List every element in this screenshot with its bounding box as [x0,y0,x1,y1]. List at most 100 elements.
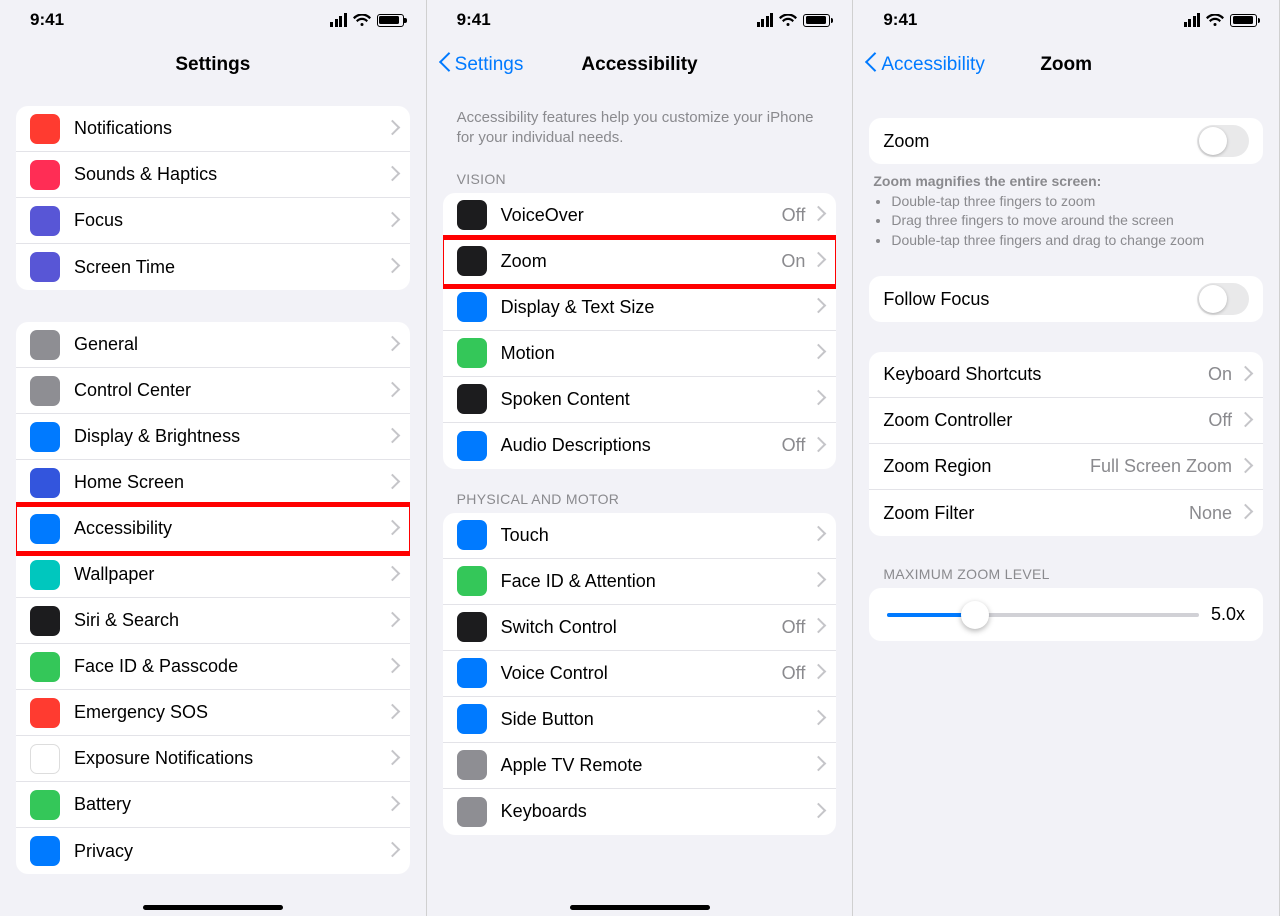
chevron-right-icon [1240,506,1249,520]
status-bar: 9:41 [427,0,853,40]
row-focus[interactable]: Focus [16,198,410,244]
follow-focus-row[interactable]: Follow Focus [869,276,1263,322]
row-control-center[interactable]: Control Center [16,368,410,414]
chevron-right-icon [813,392,822,406]
row-side-button[interactable]: Side Button [443,697,837,743]
max-zoom-slider-row[interactable]: 5.0x [869,588,1263,641]
chevron-right-icon [387,168,396,182]
row-screen-time[interactable]: Screen Time [16,244,410,290]
zoom-toggle[interactable] [1197,125,1249,157]
row-voiceover[interactable]: VoiceOverOff [443,193,837,239]
back-button[interactable]: Accessibility [865,54,984,76]
touch-label: Touch [501,525,814,546]
row-touch[interactable]: Touch [443,513,837,559]
follow-focus-label: Follow Focus [883,289,1197,310]
row-sounds-haptics[interactable]: Sounds & Haptics [16,152,410,198]
row-audio-descriptions[interactable]: Audio DescriptionsOff [443,423,837,469]
row-faceid-attention[interactable]: Face ID & Attention [443,559,837,605]
row-display-brightness[interactable]: Display & Brightness [16,414,410,460]
home-screen-label: Home Screen [74,472,387,493]
chevron-right-icon [1240,368,1249,382]
zoom-controller-value: Off [1208,410,1232,431]
row-zoom[interactable]: ZoomOn [443,239,837,285]
row-exposure-notifications[interactable]: Exposure Notifications [16,736,410,782]
wallpaper-icon [30,560,60,590]
row-display-text-size[interactable]: Display & Text Size [443,285,837,331]
battery-icon [803,14,830,27]
follow-focus-toggle[interactable] [1197,283,1249,315]
zoom-controller-label: Zoom Controller [883,410,1208,431]
row-zoom-region[interactable]: Zoom RegionFull Screen Zoom [869,444,1263,490]
row-voice-control[interactable]: Voice ControlOff [443,651,837,697]
settings-screen: 9:41 Settings NotificationsSounds & Hapt… [0,0,427,916]
row-switch-control[interactable]: Switch ControlOff [443,605,837,651]
chevron-right-icon [813,346,822,360]
side-button-label: Side Button [501,709,814,730]
status-time: 9:41 [457,10,491,30]
back-label: Accessibility [881,54,984,76]
max-zoom-slider[interactable] [887,613,1199,617]
zoom-toggle-row[interactable]: Zoom [869,118,1263,164]
control-center-label: Control Center [74,380,387,401]
row-zoom-controller[interactable]: Zoom ControllerOff [869,398,1263,444]
wifi-icon [353,14,371,27]
chevron-right-icon [387,844,396,858]
row-home-screen[interactable]: Home Screen [16,460,410,506]
chevron-right-icon [1240,414,1249,428]
back-button[interactable]: Settings [439,54,524,76]
home-indicator [143,905,283,910]
zoom-desc-item: Drag three fingers to move around the sc… [891,211,1259,231]
physical-header: PHYSICAL AND MOTOR [457,491,823,507]
row-battery[interactable]: Battery [16,782,410,828]
wifi-icon [1206,14,1224,27]
exposure-notifications-icon [30,744,60,774]
chevron-right-icon [387,338,396,352]
keyboards-label: Keyboards [501,801,814,822]
chevron-right-icon [813,666,822,680]
row-spoken-content[interactable]: Spoken Content [443,377,837,423]
display-brightness-label: Display & Brightness [74,426,387,447]
cellular-icon [330,13,347,27]
row-notifications[interactable]: Notifications [16,106,410,152]
audio-descriptions-value: Off [782,435,806,456]
row-emergency-sos[interactable]: Emergency SOS [16,690,410,736]
touch-icon [457,520,487,550]
audio-descriptions-label: Audio Descriptions [501,435,782,456]
back-label: Settings [455,54,524,76]
privacy-icon [30,836,60,866]
switch-control-icon [457,612,487,642]
switch-control-label: Switch Control [501,617,782,638]
home-screen-icon [30,468,60,498]
row-zoom-filter[interactable]: Zoom FilterNone [869,490,1263,536]
zoom-value: On [781,251,805,272]
row-siri-search[interactable]: Siri & Search [16,598,410,644]
zoom-region-label: Zoom Region [883,456,1090,477]
row-motion[interactable]: Motion [443,331,837,377]
row-privacy[interactable]: Privacy [16,828,410,874]
general-icon [30,330,60,360]
zoom-icon [457,246,487,276]
chevron-back-icon [865,55,877,75]
row-wallpaper[interactable]: Wallpaper [16,552,410,598]
notifications-label: Notifications [74,118,387,139]
focus-label: Focus [74,210,387,231]
sounds-haptics-label: Sounds & Haptics [74,164,387,185]
chevron-right-icon [813,574,822,588]
chevron-right-icon [813,439,822,453]
zoom-region-value: Full Screen Zoom [1090,456,1232,477]
chevron-right-icon [387,384,396,398]
row-faceid-passcode[interactable]: Face ID & Passcode [16,644,410,690]
row-apple-tv-remote[interactable]: Apple TV Remote [443,743,837,789]
voiceover-value: Off [782,205,806,226]
chevron-right-icon [387,522,396,536]
row-keyboards[interactable]: Keyboards [443,789,837,835]
row-accessibility[interactable]: Accessibility [16,506,410,552]
notifications-icon [30,114,60,144]
zoom-desc-item: Double-tap three fingers to zoom [891,192,1259,212]
row-keyboard-shortcuts[interactable]: Keyboard ShortcutsOn [869,352,1263,398]
vision-header: VISION [457,171,823,187]
status-bar: 9:41 [0,0,426,40]
chevron-right-icon [387,660,396,674]
row-general[interactable]: General [16,322,410,368]
spoken-content-label: Spoken Content [501,389,814,410]
